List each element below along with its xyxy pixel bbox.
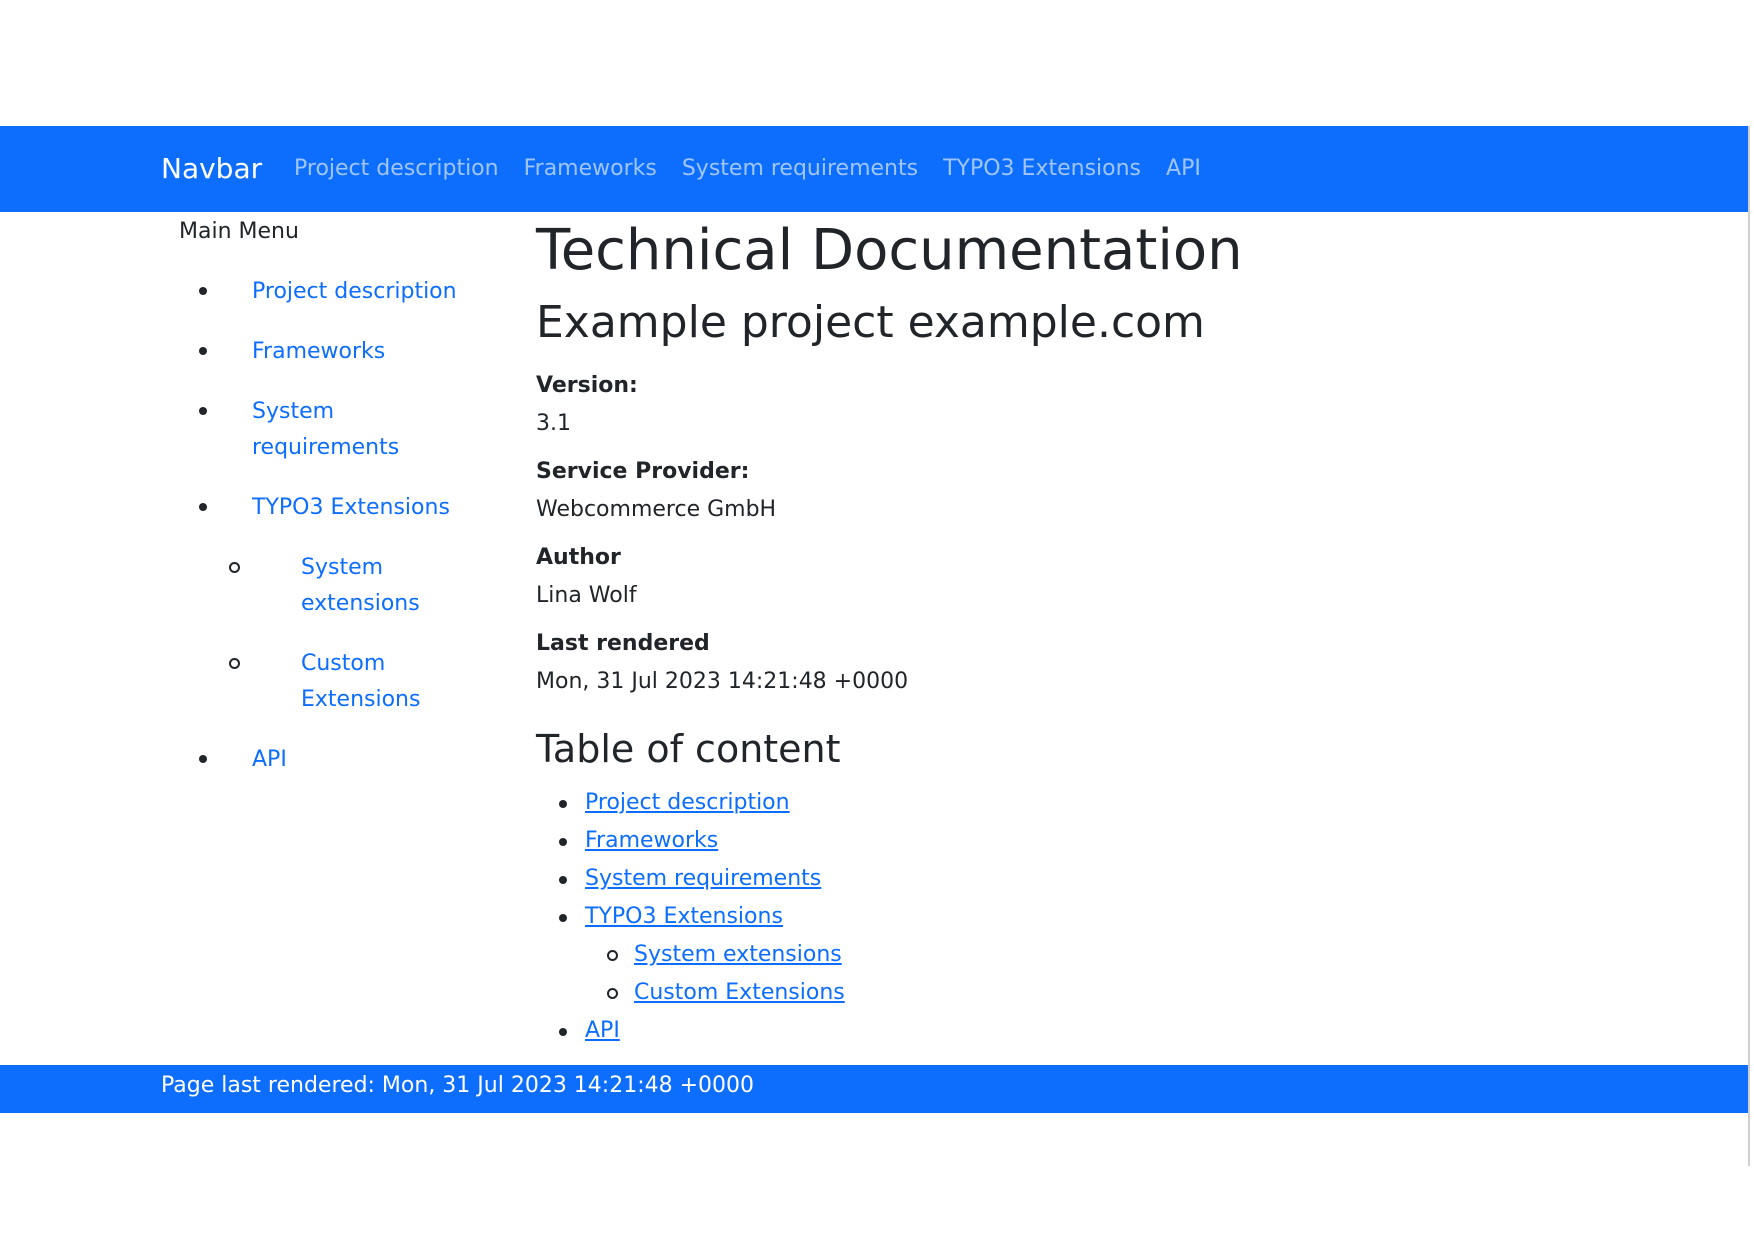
navbar-links: Project description Frameworks System re… (294, 156, 1226, 181)
toc-title: Table of content (536, 727, 841, 771)
toc-link-system-requirements[interactable]: System requirements (585, 866, 821, 891)
sidebar-link-project-description[interactable]: Project description (252, 279, 457, 304)
sidebar-menu: Project description Frameworks System re… (179, 274, 519, 778)
table-of-contents: Project description Frameworks System re… (536, 784, 1636, 1050)
field-label-service-provider: Service Provider: (536, 459, 750, 484)
sidebar-item-project-description: Project description (179, 274, 462, 310)
bullet-icon (559, 1028, 567, 1036)
field-service-provider: Service Provider: Webcommerce GmbH (536, 454, 1636, 528)
field-value-version: 3.1 (536, 411, 571, 436)
sidebar-title: Main Menu (179, 219, 299, 244)
field-last-rendered: Last rendered Mon, 31 Jul 2023 14:21:48 … (536, 626, 1636, 700)
bullet-icon (199, 503, 207, 511)
sidebar-link-custom-extensions[interactable]: Custom Extensions (301, 651, 420, 712)
toc-item-system-requirements: System requirements (536, 860, 1636, 898)
nav-link-api[interactable]: API (1166, 156, 1201, 181)
toc-item-frameworks: Frameworks (536, 822, 1636, 860)
toc-link-frameworks[interactable]: Frameworks (585, 828, 718, 853)
bullet-icon (559, 838, 567, 846)
footer-text: Page last rendered: Mon, 31 Jul 2023 14:… (161, 1073, 755, 1098)
sidebar-link-system-extensions[interactable]: System extensions (301, 555, 420, 616)
main-content: Technical Documentation Example project … (536, 212, 1636, 1050)
toc-subitem-custom-extensions: Custom Extensions (585, 974, 1636, 1012)
nav-link-frameworks[interactable]: Frameworks (524, 156, 657, 181)
bullet-icon (559, 876, 567, 884)
toc-link-system-extensions[interactable]: System extensions (634, 942, 842, 967)
sidebar-link-frameworks[interactable]: Frameworks (252, 339, 385, 364)
sidebar: Main Menu Project description Frameworks… (179, 214, 519, 778)
nav-link-system-requirements[interactable]: System requirements (682, 156, 918, 181)
field-label-last-rendered: Last rendered (536, 631, 710, 656)
circle-bullet-icon (607, 988, 618, 999)
toc-item-project-description: Project description (536, 784, 1636, 822)
circle-bullet-icon (229, 658, 240, 669)
bullet-icon (559, 914, 567, 922)
page-title: Technical Documentation (536, 218, 1243, 283)
sidebar-link-system-requirements[interactable]: System requirements (252, 399, 399, 460)
navbar: Navbar Project description Frameworks Sy… (0, 126, 1750, 212)
footer: Page last rendered: Mon, 31 Jul 2023 14:… (0, 1065, 1750, 1113)
field-version: Version: 3.1 (536, 368, 1636, 442)
toc-item-api: API (536, 1012, 1636, 1050)
sidebar-item-typo3-extensions: TYPO3 Extensions System extensions Custo… (179, 490, 462, 718)
toc-submenu: System extensions Custom Extensions (585, 936, 1636, 1012)
sidebar-submenu: System extensions Custom Extensions (229, 550, 462, 718)
bullet-icon (199, 755, 207, 763)
sidebar-link-typo3-extensions[interactable]: TYPO3 Extensions (252, 495, 450, 520)
circle-bullet-icon (607, 950, 618, 961)
sidebar-item-frameworks: Frameworks (179, 334, 462, 370)
circle-bullet-icon (229, 562, 240, 573)
toc-item-typo3-extensions: TYPO3 Extensions System extensions Custo… (536, 898, 1636, 1012)
sidebar-item-system-requirements: System requirements (179, 394, 462, 466)
field-label-version: Version: (536, 373, 638, 398)
bullet-icon (199, 347, 207, 355)
sidebar-subitem-system-extensions: System extensions (229, 550, 431, 622)
sidebar-subitem-custom-extensions: Custom Extensions (229, 646, 431, 718)
field-value-last-rendered: Mon, 31 Jul 2023 14:21:48 +0000 (536, 669, 909, 694)
bullet-icon (199, 287, 207, 295)
toc-link-typo3-extensions[interactable]: TYPO3 Extensions (585, 904, 783, 929)
sidebar-item-api: API (179, 742, 462, 778)
sidebar-link-api[interactable]: API (252, 747, 287, 772)
field-value-service-provider: Webcommerce GmbH (536, 497, 777, 522)
nav-link-typo3-extensions[interactable]: TYPO3 Extensions (943, 156, 1141, 181)
nav-link-project-description[interactable]: Project description (294, 156, 499, 181)
field-label-author: Author (536, 545, 621, 570)
field-value-author: Lina Wolf (536, 583, 637, 608)
toc-subitem-system-extensions: System extensions (585, 936, 1636, 974)
bullet-icon (559, 800, 567, 808)
page: Navbar Project description Frameworks Sy… (0, 0, 1754, 1240)
toc-link-project-description[interactable]: Project description (585, 790, 790, 815)
field-author: Author Lina Wolf (536, 540, 1636, 614)
toc-link-custom-extensions[interactable]: Custom Extensions (634, 980, 845, 1005)
page-subtitle: Example project example.com (536, 297, 1205, 348)
window-edge (1748, 126, 1750, 1166)
navbar-brand[interactable]: Navbar (161, 152, 262, 185)
toc-link-api[interactable]: API (585, 1018, 620, 1043)
bullet-icon (199, 407, 207, 415)
